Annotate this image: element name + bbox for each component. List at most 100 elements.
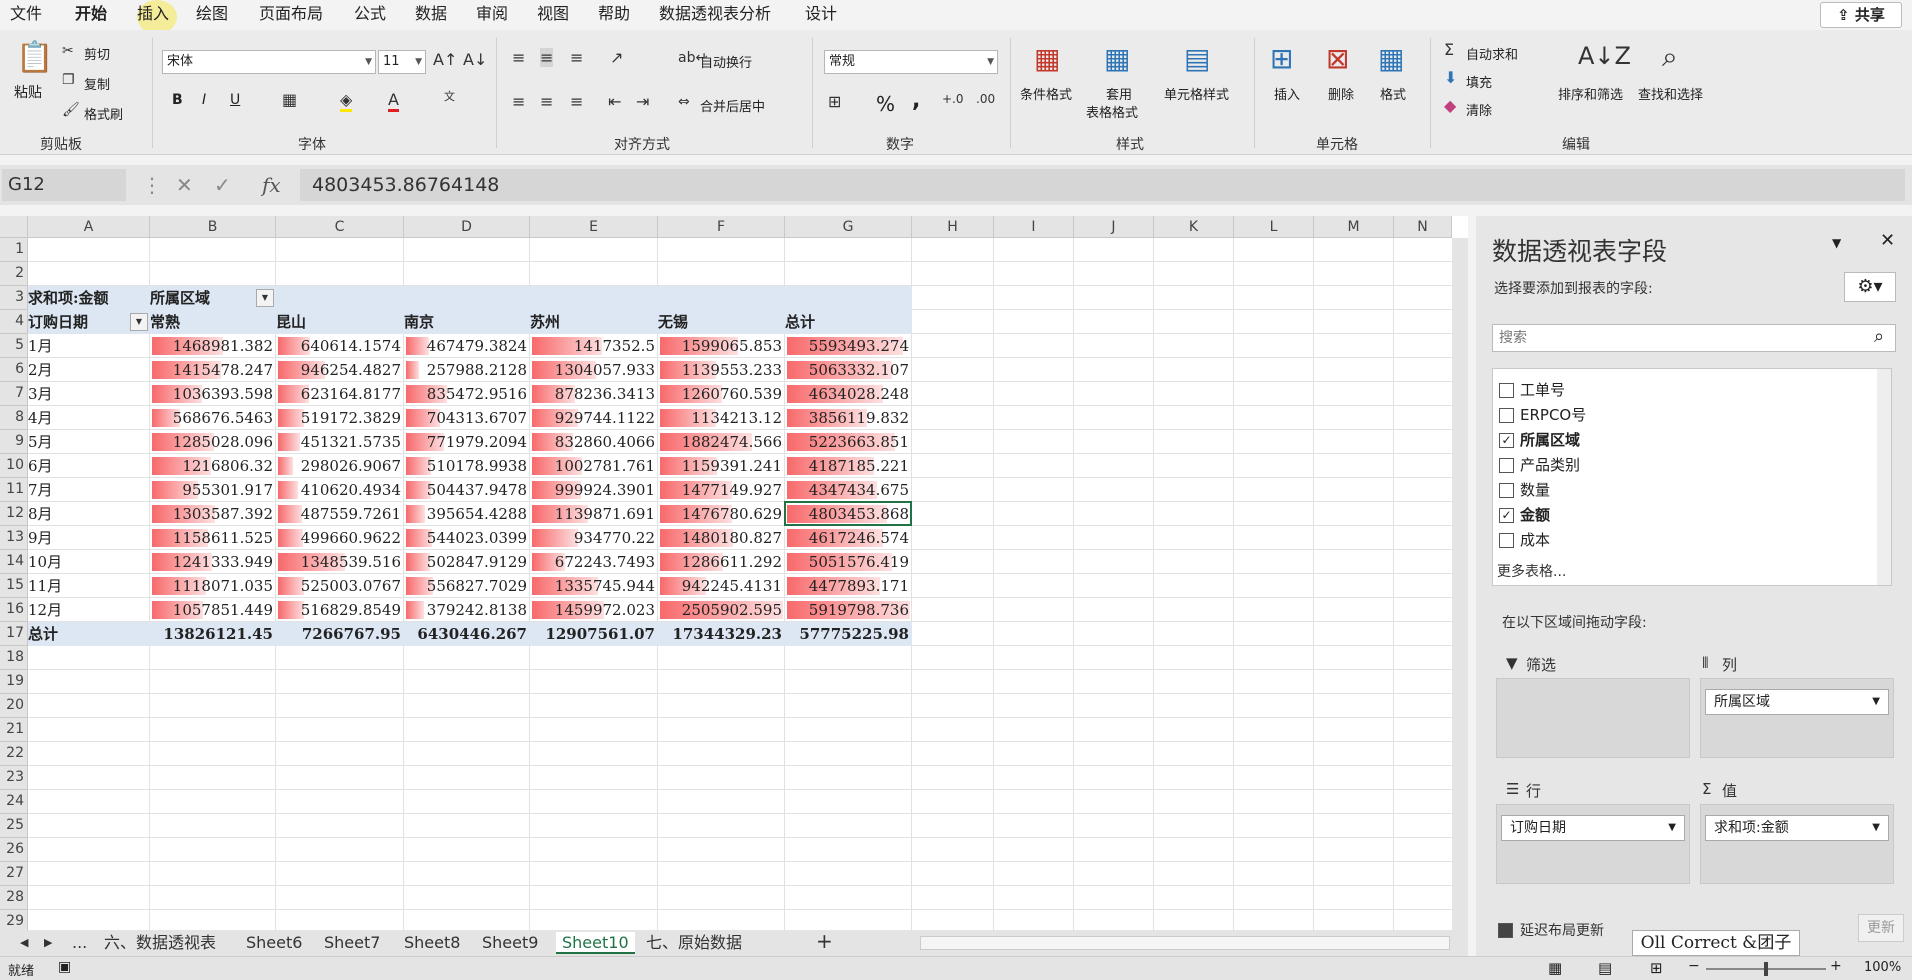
field-list-scrollbar[interactable] xyxy=(1877,369,1891,585)
formula-input[interactable]: 4803453.86764148 xyxy=(300,169,1905,201)
pivot-header-cell[interactable] xyxy=(658,286,785,310)
field-checkbox[interactable] xyxy=(1499,408,1514,423)
menu-formulas[interactable]: 公式 xyxy=(354,4,386,24)
column-header[interactable]: L xyxy=(1234,216,1314,238)
menu-file[interactable]: 文件 xyxy=(10,4,42,24)
row-header[interactable]: 8 xyxy=(0,406,28,430)
pivot-value-cell[interactable]: 1459972.023 xyxy=(530,598,658,622)
row-header[interactable]: 4 xyxy=(0,310,28,334)
italic-button[interactable]: I xyxy=(202,92,206,108)
pivot-value-cell[interactable]: 298026.9067 xyxy=(276,454,404,478)
field-list-item[interactable]: 成本 xyxy=(1499,529,1550,551)
pivot-value-cell[interactable]: 510178.9938 xyxy=(404,454,530,478)
field-list-item[interactable]: 产品类别 xyxy=(1499,454,1580,476)
format-table-button-2[interactable]: 表格格式 xyxy=(1086,102,1138,121)
pivot-total-value[interactable]: 6430446.267 xyxy=(404,622,530,646)
conditional-format-button[interactable]: 条件格式 xyxy=(1020,84,1072,103)
pivot-row-label[interactable]: 1月 xyxy=(28,334,150,358)
row-header[interactable]: 27 xyxy=(0,862,28,886)
pivot-value-cell[interactable]: 451321.5735 xyxy=(276,430,404,454)
values-zone[interactable]: 求和项:金额 ▼ xyxy=(1700,804,1894,884)
row-header[interactable]: 19 xyxy=(0,670,28,694)
pivot-value-cell[interactable]: 3856119.832 xyxy=(785,406,912,430)
pivot-value-cell[interactable]: 544023.0399 xyxy=(404,526,530,550)
pivot-value-cell[interactable]: 379242.8138 xyxy=(404,598,530,622)
indent-increase-icon[interactable]: ⇥ xyxy=(636,92,649,111)
filter-dropdown-icon[interactable]: ▼ xyxy=(130,313,148,331)
pivot-value-cell[interactable]: 1599065.853 xyxy=(658,334,785,358)
underline-button[interactable]: U xyxy=(230,92,240,108)
pivot-column-header[interactable]: 苏州 xyxy=(530,310,658,334)
rows-zone[interactable]: 订购日期 ▼ xyxy=(1496,804,1690,884)
sheet-tab[interactable]: Sheet8 xyxy=(398,932,466,954)
increase-decimal-icon[interactable]: +.0 xyxy=(942,92,964,106)
pivot-value-cell[interactable]: 1417352.5 xyxy=(530,334,658,358)
wrap-text-button[interactable]: 自动换行 xyxy=(700,52,752,71)
phonetic-icon[interactable]: 文 xyxy=(444,88,455,104)
row-header[interactable]: 10 xyxy=(0,454,28,478)
font-color-icon[interactable]: A xyxy=(388,90,399,112)
pivot-value-cell[interactable]: 467479.3824 xyxy=(404,334,530,358)
pivot-value-cell[interactable]: 832860.4066 xyxy=(530,430,658,454)
pivot-row-label[interactable]: 9月 xyxy=(28,526,150,550)
pivot-row-label[interactable]: 11月 xyxy=(28,574,150,598)
pivot-value-cell[interactable]: 519172.3829 xyxy=(276,406,404,430)
pivot-value-cell[interactable]: 568676.5463 xyxy=(150,406,276,430)
pivot-value-cell[interactable]: 1476780.629 xyxy=(658,502,785,526)
pivot-value-cell[interactable]: 4477893.171 xyxy=(785,574,912,598)
pivot-value-cell[interactable]: 946254.4827 xyxy=(276,358,404,382)
pivot-value-cell[interactable]: 999924.3901 xyxy=(530,478,658,502)
menu-design[interactable]: 设计 xyxy=(805,4,837,24)
pivot-column-header[interactable]: 无锡 xyxy=(658,310,785,334)
column-header[interactable]: K xyxy=(1154,216,1234,238)
cut-button[interactable]: 剪切 xyxy=(84,44,110,63)
pivot-value-cell[interactable]: 1057851.449 xyxy=(150,598,276,622)
orientation-icon[interactable]: ↗ xyxy=(610,48,623,67)
pivot-row-label[interactable]: 6月 xyxy=(28,454,150,478)
spreadsheet-grid[interactable]: ABCDEFGHIJKLMN 1 2 3 4 5 6 7 8 9 10 11 12 13 14 15 16 17… xyxy=(0,216,1468,934)
sheet-tab[interactable]: Sheet7 xyxy=(318,932,386,954)
pivot-value-cell[interactable]: 1118071.035 xyxy=(150,574,276,598)
pivot-value-cell[interactable]: 4187185.221 xyxy=(785,454,912,478)
row-header[interactable]: 3 xyxy=(0,286,28,310)
enter-icon[interactable]: ✓ xyxy=(214,173,231,197)
row-header[interactable]: 9 xyxy=(0,430,28,454)
pivot-total-label[interactable]: 总计 xyxy=(28,622,150,646)
fill-color-icon[interactable]: ◈ xyxy=(340,90,353,112)
font-grow-icon[interactable]: A↑ xyxy=(433,50,457,69)
pivot-value-cell[interactable]: 623164.8177 xyxy=(276,382,404,406)
decrease-decimal-icon[interactable]: .00 xyxy=(976,92,995,106)
pivot-column-header[interactable]: 总计 xyxy=(785,310,912,334)
percent-button[interactable]: % xyxy=(876,92,895,116)
pivot-value-cell[interactable]: 556827.7029 xyxy=(404,574,530,598)
pivot-value-cell[interactable]: 942245.4131 xyxy=(658,574,785,598)
format-cells-button[interactable]: 格式 xyxy=(1380,84,1406,103)
row-header[interactable]: 6 xyxy=(0,358,28,382)
field-checkbox[interactable] xyxy=(1499,458,1514,473)
row-header[interactable]: 15 xyxy=(0,574,28,598)
row-header[interactable]: 1 xyxy=(0,238,28,262)
column-header[interactable]: M xyxy=(1314,216,1394,238)
sheet-tab[interactable]: Sheet6 xyxy=(240,932,308,954)
row-header[interactable]: 16 xyxy=(0,598,28,622)
field-list-item[interactable]: 工单号 xyxy=(1499,379,1565,401)
vertical-scrollbar[interactable] xyxy=(1452,238,1468,930)
pivot-value-cell[interactable]: 1335745.944 xyxy=(530,574,658,598)
pivot-row-label[interactable]: 10月 xyxy=(28,550,150,574)
pivot-value-cell[interactable]: 487559.7261 xyxy=(276,502,404,526)
menu-review[interactable]: 审阅 xyxy=(476,4,508,24)
pivot-value-cell[interactable]: 934770.22 xyxy=(530,526,658,550)
pivot-value-cell[interactable]: 525003.0767 xyxy=(276,574,404,598)
pivot-value-cell[interactable]: 1139871.691 xyxy=(530,502,658,526)
menu-page-layout[interactable]: 页面布局 xyxy=(259,4,323,24)
pivot-total-value[interactable]: 12907561.07 xyxy=(530,622,658,646)
pivot-value-cell[interactable]: 1477149.927 xyxy=(658,478,785,502)
values-field-pill[interactable]: 求和项:金额 ▼ xyxy=(1705,815,1889,841)
row-header[interactable]: 13 xyxy=(0,526,28,550)
columns-field-pill[interactable]: 所属区域 ▼ xyxy=(1705,689,1889,715)
pivot-value-cell[interactable]: 5051576.419 xyxy=(785,550,912,574)
pivot-column-header[interactable]: 常熟 xyxy=(150,310,276,334)
pivot-value-cell[interactable]: 4634028.248 xyxy=(785,382,912,406)
pivot-value-cell[interactable]: 1159391.241 xyxy=(658,454,785,478)
pivot-value-cell[interactable]: 4617246.574 xyxy=(785,526,912,550)
